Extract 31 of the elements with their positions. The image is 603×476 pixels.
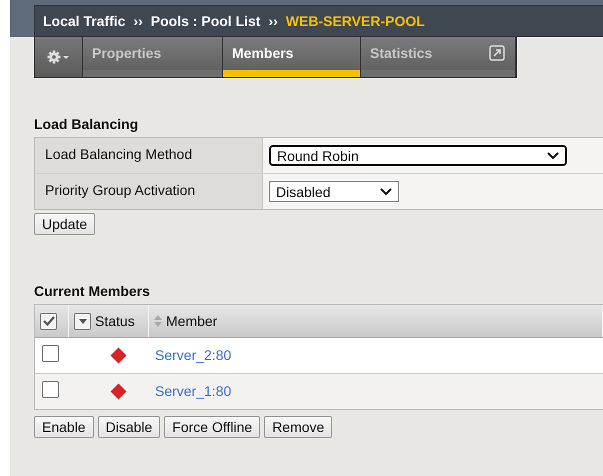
dropdown[interactable]: Disabled (269, 181, 399, 202)
breadcrumb-link[interactable]: Local Traffic (43, 13, 126, 29)
external-link-icon[interactable] (489, 45, 505, 61)
section-heading: Current Members (34, 283, 151, 299)
field-label: Load Balancing Method (35, 138, 263, 173)
action-button[interactable]: Enable (34, 416, 94, 438)
member-link[interactable]: Server_1:80 (155, 382, 232, 398)
field-label: Priority Group Activation (35, 174, 263, 209)
column-menu-button[interactable] (74, 312, 91, 330)
breadcrumb-separator: ›› (268, 13, 278, 29)
column-header[interactable]: Member (166, 313, 218, 329)
breadcrumb-separator: ›› (133, 13, 143, 29)
select-all-checkbox[interactable] (40, 312, 57, 330)
member-link[interactable]: Server_2:80 (155, 346, 232, 362)
dropdown[interactable]: Round Robin (269, 145, 567, 166)
gear-icon (46, 50, 70, 64)
chevron-down-icon (547, 152, 559, 160)
row-checkbox[interactable] (42, 344, 59, 362)
action-button[interactable]: Disable (98, 416, 160, 438)
breadcrumb-link[interactable]: Pools : Pool List (150, 13, 260, 29)
chevron-down-icon (380, 188, 392, 196)
tab[interactable]: Members (223, 37, 361, 77)
settings-menu-button[interactable] (35, 37, 83, 77)
breadcrumb-current: WEB-SERVER-POOL (286, 13, 425, 29)
caret-icon (78, 318, 86, 324)
row-checkbox[interactable] (42, 380, 59, 398)
action-button[interactable]: Force Offline (164, 416, 260, 438)
column-header[interactable]: Status (95, 313, 135, 329)
update-button[interactable]: Update (34, 213, 96, 235)
section-heading: Load Balancing (34, 116, 140, 132)
action-button[interactable]: Remove (264, 416, 332, 438)
